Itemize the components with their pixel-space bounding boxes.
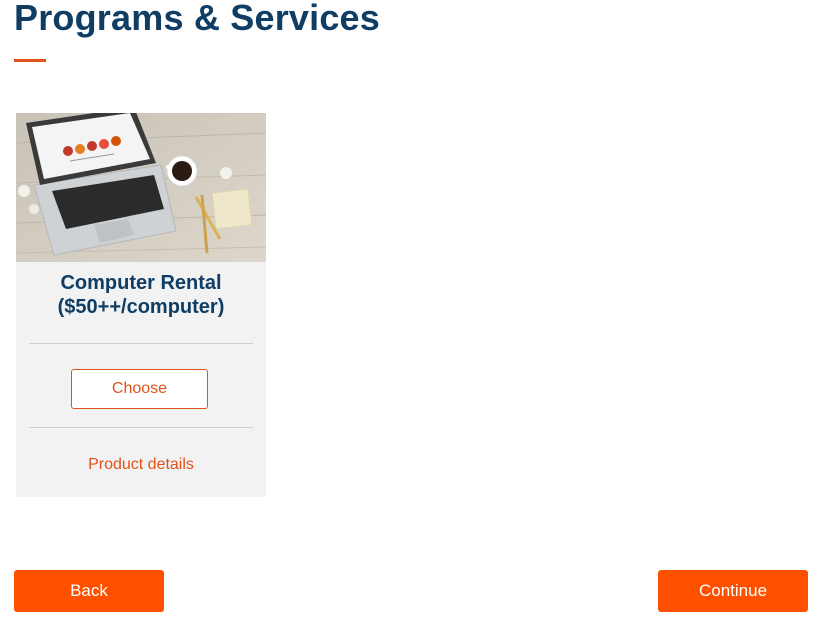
product-details-link[interactable]: Product details bbox=[16, 456, 266, 474]
page-title: Programs & Services bbox=[14, 0, 380, 38]
product-name: Computer Rental ($50++/computer) bbox=[16, 271, 266, 319]
product-card: Computer Rental ($50++/computer) Choose … bbox=[16, 113, 266, 497]
back-button[interactable]: Back bbox=[14, 570, 164, 612]
page: Programs & Services Computer Rental ($50… bbox=[0, 0, 823, 642]
card-divider-bottom bbox=[29, 427, 253, 428]
product-image bbox=[16, 113, 266, 262]
title-accent-underline bbox=[14, 59, 46, 62]
continue-button[interactable]: Continue bbox=[658, 570, 808, 612]
choose-button[interactable]: Choose bbox=[71, 369, 208, 409]
card-divider-top bbox=[29, 343, 253, 344]
product-name-line2: ($50++/computer) bbox=[57, 296, 225, 318]
product-name-line1: Computer Rental bbox=[60, 272, 222, 294]
laptop-photo-icon bbox=[16, 113, 266, 262]
